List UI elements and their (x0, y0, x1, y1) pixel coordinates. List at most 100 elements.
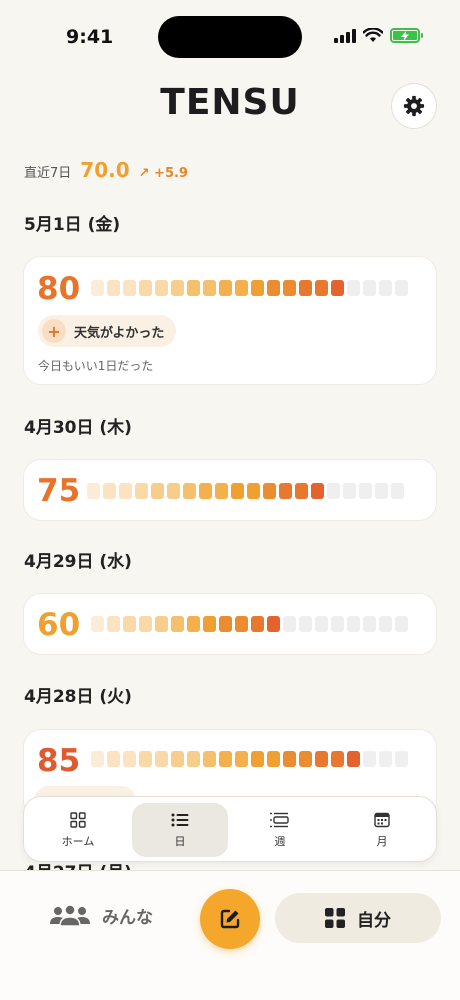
score-segment (247, 483, 260, 499)
score-segment (139, 616, 152, 632)
score-segment (187, 616, 200, 632)
date-heading: 4月29日 (水) (24, 552, 132, 572)
score-bar (87, 483, 404, 499)
score-segment (187, 280, 200, 296)
grid-filled-icon (325, 908, 345, 928)
tab-home[interactable]: ホーム (30, 803, 126, 857)
people-icon (50, 904, 90, 927)
status-icons (334, 28, 423, 43)
score-segment (267, 751, 280, 767)
score-segment (139, 751, 152, 767)
score-segment (219, 751, 232, 767)
view-tabs: ホーム 日 週 月 (23, 796, 437, 862)
score-segment (395, 616, 408, 632)
day-score: 60 (37, 607, 81, 643)
score-bar (91, 751, 408, 767)
score-segment (151, 483, 164, 499)
score-segment (395, 751, 408, 767)
score-segment (363, 751, 376, 767)
tab-month[interactable]: 月 (334, 803, 430, 857)
battery-icon (390, 28, 423, 43)
tab-label: 月 (376, 834, 388, 848)
score-segment (263, 483, 276, 499)
score-segment (171, 280, 184, 296)
tab-week[interactable]: 週 (232, 803, 328, 857)
day-memo: 今日もいい1日だった (38, 359, 154, 373)
score-segment (315, 616, 328, 632)
score-segment (283, 280, 296, 296)
score-segment (107, 616, 120, 632)
score-segment (379, 616, 392, 632)
tag-label: 天気がよかった (74, 325, 165, 341)
tab-label: ホーム (61, 834, 95, 848)
score-segment (235, 280, 248, 296)
bottom-nav: みんな 自分 (0, 870, 460, 1000)
score-segment (199, 483, 212, 499)
tab-day[interactable]: 日 (132, 803, 228, 857)
score-segment (91, 751, 104, 767)
score-segment (299, 280, 312, 296)
score-segment (331, 280, 344, 296)
date-heading: 4月28日 (火) (24, 687, 132, 707)
nav-self-label: 自分 (357, 910, 391, 931)
score-segment (379, 751, 392, 767)
wifi-icon (363, 28, 383, 42)
score-segment (167, 483, 180, 499)
tag-chip[interactable]: + 天気がよかった (38, 315, 177, 347)
score-segment (187, 751, 200, 767)
nav-everyone[interactable]: みんな (50, 903, 153, 928)
score-segment (123, 280, 136, 296)
score-segment (231, 483, 244, 499)
grid-icon (70, 811, 86, 828)
score-segment (343, 483, 356, 499)
nav-self[interactable]: 自分 (275, 893, 441, 943)
score-segment (295, 483, 308, 499)
score-bar (91, 280, 408, 296)
day-card[interactable]: 75 (23, 459, 437, 521)
score-segment (171, 616, 184, 632)
score-segment (283, 616, 296, 632)
score-segment (391, 483, 404, 499)
settings-button[interactable] (391, 83, 437, 129)
score-segment (375, 483, 388, 499)
gear-icon (403, 95, 425, 117)
day-score: 85 (37, 743, 81, 779)
score-segment (235, 616, 248, 632)
score-segment (299, 616, 312, 632)
score-segment (155, 616, 168, 632)
score-segment (327, 483, 340, 499)
status-bar: 9:41 (0, 0, 460, 70)
week-icon (270, 812, 289, 827)
score-segment (395, 280, 408, 296)
score-segment (299, 751, 312, 767)
weekly-summary: 直近7日 70.0 ↗ +5.9 (24, 158, 188, 182)
calendar-icon (374, 812, 390, 827)
score-segment (379, 280, 392, 296)
score-segment (171, 751, 184, 767)
score-segment (359, 483, 372, 499)
date-heading: 4月30日 (木) (24, 418, 132, 438)
summary-delta: ↗ +5.9 (138, 166, 188, 181)
score-segment (155, 751, 168, 767)
day-card[interactable]: 80 + 天気がよかった 今日もいい1日だった (23, 256, 437, 385)
score-segment (219, 616, 232, 632)
score-segment (331, 751, 344, 767)
new-entry-button[interactable] (200, 889, 260, 949)
score-segment (135, 483, 148, 499)
score-segment (183, 483, 196, 499)
score-segment (123, 616, 136, 632)
score-segment (251, 751, 264, 767)
tab-label: 週 (274, 834, 286, 848)
score-segment (267, 616, 280, 632)
day-score: 80 (37, 271, 81, 307)
score-segment (203, 751, 216, 767)
status-time: 9:41 (66, 26, 114, 48)
score-segment (363, 280, 376, 296)
score-segment (107, 280, 120, 296)
score-segment (267, 280, 280, 296)
score-bar (91, 616, 408, 632)
edit-icon (220, 909, 240, 929)
score-segment (315, 751, 328, 767)
day-card[interactable]: 60 (23, 593, 437, 655)
nav-everyone-label: みんな (102, 908, 153, 928)
